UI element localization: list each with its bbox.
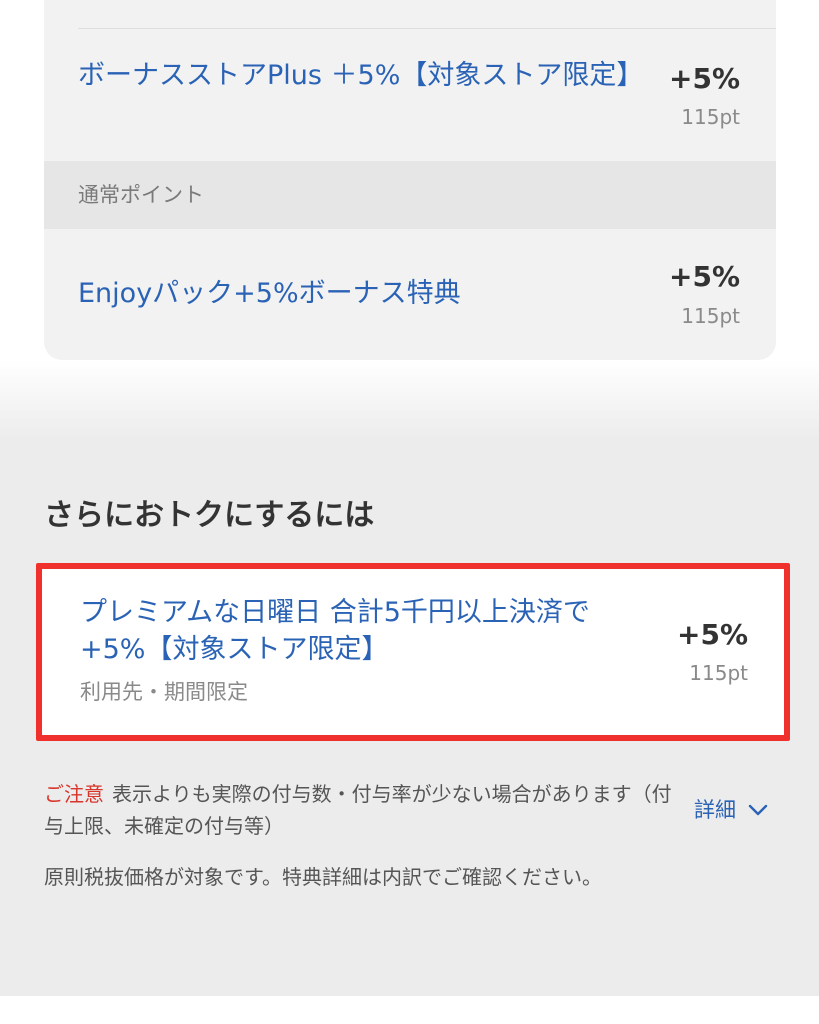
caution-text: 表示よりも実際の付与数・付与率が少ない場合があります（付与上限、未確定の付与等） [44,782,672,838]
page-bottom-strip [0,996,819,1024]
points-row-enjoy-pack[interactable]: Enjoyパック+5%ボーナス特典 +5% 115pt [44,229,776,360]
offer-rate: +5% [677,618,748,651]
details-toggle-button[interactable]: 詳細 [694,795,768,825]
section-header-label: 通常ポイント [78,183,204,207]
points-row-pt: 115pt [681,105,740,129]
points-row-rate: +5% [669,62,740,95]
caution-label: ご注意 [44,782,104,806]
more-deals-heading: さらにおトクにするには [44,498,375,533]
offer-title[interactable]: プレミアムな日曜日 合計5千円以上決済で+5%【対象ストア限定】 [80,594,640,668]
caution-notice: ご注意 表示よりも実際の付与数・付与率が少ない場合があります（付与上限、未確定の付… [44,778,674,842]
highlighted-offer-card[interactable]: プレミアムな日曜日 合計5千円以上決済で+5%【対象ストア限定】 利用先・期間限… [36,563,790,741]
points-row-rate: +5% [669,260,740,293]
points-breakdown-card: ボーナスストアPlus ＋5%【対象ストア限定】 +5% 115pt 通常ポイン… [44,0,776,360]
points-row-title[interactable]: Enjoyパック+5%ボーナス特典 [78,275,638,313]
points-row-pt: 115pt [681,304,740,328]
details-label[interactable]: 詳細 [694,795,736,825]
chevron-down-icon[interactable] [748,804,768,816]
section-header-regular-points: 通常ポイント [44,161,776,229]
points-row-title[interactable]: ボーナスストアPlus ＋5%【対象ストア限定】 [78,57,643,95]
offer-subtitle: 利用先・期間限定 [80,680,248,704]
points-row-bonus-store[interactable]: ボーナスストアPlus ＋5%【対象ストア限定】 +5% 115pt [44,0,776,161]
tax-footnote: 原則税抜価格が対象です。特典詳細は内訳でご確認ください。 [44,865,602,889]
offer-points: 115pt [689,661,748,685]
